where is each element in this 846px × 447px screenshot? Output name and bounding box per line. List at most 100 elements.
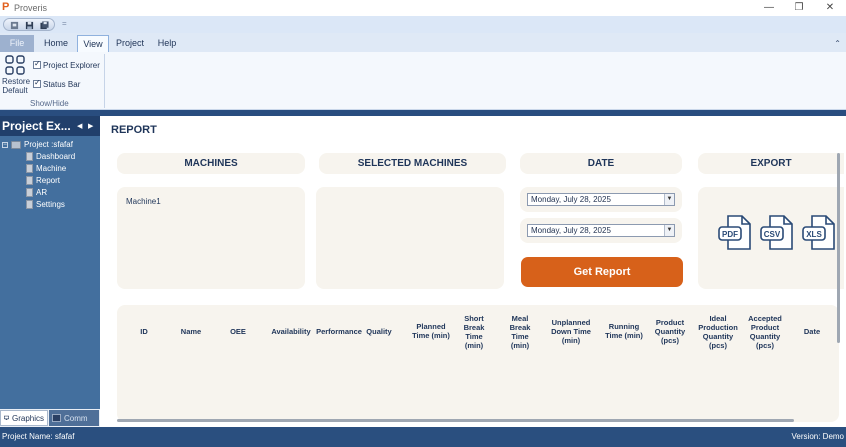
page-icon [26,200,33,209]
page-icon [26,152,33,161]
chevron-down-icon[interactable]: ▼ [664,194,674,205]
quick-access-group [3,18,55,31]
column-header-meal-break-time: Meal Break Time (min) [509,314,531,350]
collapse-icon[interactable]: − [2,141,8,148]
machines-list: Machine1 [117,187,305,289]
column-header-planned-time: Planned Time (min) [412,322,450,340]
panel-next-icon[interactable]: ▶ [88,122,93,130]
column-header-unplanned-down-time: Unplanned Down Time (min) [551,318,591,345]
from-date-picker[interactable]: Monday, July 28, 2025 ▼ [527,193,675,206]
status-bar-checkbox-label: Status Bar [43,79,81,89]
selected-machines-header: SELECTED MACHINES [319,153,506,174]
selected-machines-list [316,187,504,289]
restore-default-label-1: Restore [2,77,31,86]
project-explorer-header: Project Ex... ◀ ▶ [0,116,100,136]
tree-item-label: Settings [36,200,65,209]
machines-header: MACHINES [117,153,305,174]
tree-item-label: AR [36,188,48,197]
project-explorer-title: Project Ex... [2,119,71,133]
report-table: ID Name OEE Availability Performance Qua… [117,305,839,422]
customize-toolbar-icon[interactable]: = [62,19,67,28]
column-header-running-time: Running Time (min) [605,322,643,340]
tree-item-dashboard[interactable]: Dashboard [26,151,75,162]
to-date-value: Monday, July 28, 2025 [531,226,611,235]
tree-item-settings[interactable]: Settings [26,199,65,210]
comm-icon [52,414,61,422]
from-date-card: Monday, July 28, 2025 ▼ [520,187,682,212]
date-header: DATE [520,153,682,174]
project-explorer-panel: Project Ex... ◀ ▶ − Project :sfafaf Dash… [0,116,100,427]
tab-graphics[interactable]: Graphics [0,410,48,426]
column-header-performance: Performance [316,327,362,336]
get-report-button[interactable]: Get Report [521,257,683,287]
report-view: REPORT MACHINES SELECTED MACHINES DATE E… [104,116,846,427]
ribbon-tabs: File Home View Project Help ⌃ [0,33,846,52]
close-button[interactable]: ✕ [818,1,842,15]
status-bar-checkbox[interactable] [33,78,41,88]
tab-view[interactable]: View [77,35,109,52]
tab-graphics-label: Graphics [11,413,44,423]
window-title: Proveris [14,3,48,13]
csv-label: CSV [764,230,781,239]
tab-file[interactable]: File [0,35,34,52]
save-icon[interactable] [25,21,34,30]
xls-export-icon[interactable]: XLS [802,215,836,251]
tab-home[interactable]: Home [38,35,74,52]
vertical-scrollbar[interactable] [837,153,840,343]
list-item-machine1[interactable]: Machine1 [126,197,161,206]
export-heading: EXPORT [750,158,792,169]
csv-export-icon[interactable]: CSV [760,215,794,251]
column-header-name: Name [180,327,202,336]
project-explorer-checkbox[interactable] [33,59,41,69]
status-bar-toggle[interactable]: Status Bar [33,78,80,90]
column-header-product-quantity: Product Quantity (pcs) [654,318,686,345]
ribbon-collapse-icon[interactable]: ⌃ [834,39,841,48]
column-header-short-break-time: Short Break Time (min) [463,314,485,350]
project-explorer-checkbox-label: Project Explorer [43,60,100,70]
tab-comm[interactable]: Comm [49,410,99,426]
project-explorer-toggle[interactable]: Project Explorer [33,59,100,71]
tab-project[interactable]: Project [112,35,148,52]
xls-label: XLS [806,230,822,239]
monitor-icon [4,415,9,420]
column-header-availability: Availability [271,327,311,336]
save-all-icon[interactable] [40,21,49,30]
quick-access-toolbar: = [0,16,846,33]
restore-layout-icon [5,55,25,75]
chevron-down-icon[interactable]: ▼ [664,225,674,236]
column-header-ideal-production-quantity: Ideal Production Quantity (pcs) [698,314,738,350]
ribbon-group-divider [104,54,105,108]
tree-root-project[interactable]: − Project :sfafaf [2,139,73,150]
export-panel: PDF CSV XLS [698,187,844,289]
selected-machines-heading: SELECTED MACHINES [357,158,468,169]
panel-prev-icon[interactable]: ◀ [77,122,82,130]
date-heading: DATE [587,158,615,169]
restore-default-label-2: Default [2,86,28,95]
minimize-button[interactable]: — [757,1,781,15]
tab-help[interactable]: Help [152,35,182,52]
page-title: REPORT [111,124,157,136]
page-icon [26,188,33,197]
new-file-icon[interactable] [10,21,19,30]
explorer-bottom-tabs: Graphics Comm [0,409,100,427]
tree-item-ar[interactable]: AR [26,187,47,198]
tree-item-report[interactable]: Report [26,175,60,186]
app-logo-icon: P [2,1,10,13]
restore-default-button[interactable]: Restore Default [2,54,31,95]
column-header-quality: Quality [366,327,392,336]
column-header-date: Date [803,327,821,336]
folder-icon [11,140,21,149]
title-bar: P Proveris — ❐ ✕ [0,0,846,16]
tree-item-label: Report [36,176,61,185]
pdf-export-icon[interactable]: PDF [718,215,752,251]
column-header-accepted-product-quantity: Accepted Product Quantity (pcs) [748,314,782,350]
tree-item-label: Machine [36,164,67,173]
horizontal-scrollbar[interactable] [117,419,794,422]
column-header-id: ID [140,327,148,336]
status-version: Version: Demo [791,432,844,441]
to-date-card: Monday, July 28, 2025 ▼ [520,218,682,243]
status-project-name: Project Name: sfafaf [2,432,75,441]
maximize-button[interactable]: ❐ [787,1,811,15]
to-date-picker[interactable]: Monday, July 28, 2025 ▼ [527,224,675,237]
tree-item-machine[interactable]: Machine [26,163,66,174]
